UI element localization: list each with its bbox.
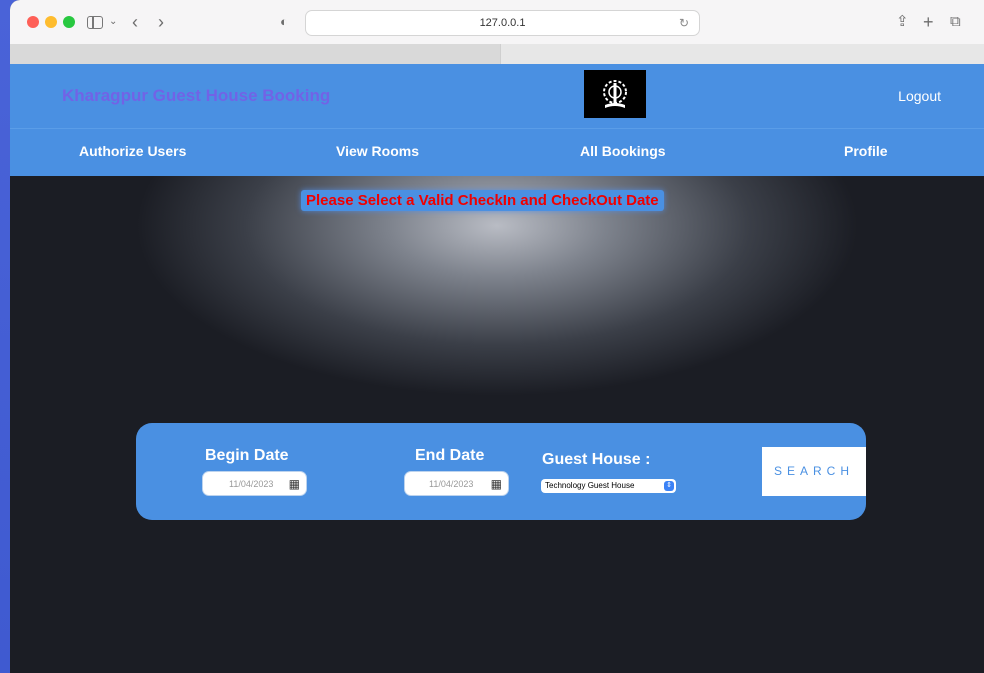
begin-date-input[interactable]: 11/04/2023 ▦ (202, 471, 307, 496)
begin-date-label: Begin Date (205, 447, 289, 464)
sidebar-toggle-icon[interactable] (87, 16, 103, 29)
guest-house-selected: Technology Guest House (545, 481, 635, 490)
minimize-window-button[interactable] (45, 16, 57, 28)
back-icon[interactable]: ‹ (132, 12, 138, 32)
zoom-window-button[interactable] (63, 16, 75, 28)
browser-toolbar: ⌄ ‹ › ◐ 127.0.0.1 ↻ ⇪ + ⧉ (10, 0, 984, 45)
share-icon[interactable]: ⇪ (896, 12, 909, 32)
close-window-button[interactable] (27, 16, 39, 28)
url-text: 127.0.0.1 (479, 17, 526, 29)
logout-link[interactable]: Logout (898, 88, 941, 104)
guest-house-select[interactable]: Technology Guest House ⇕ (541, 479, 676, 493)
end-date-input[interactable]: 11/04/2023 ▦ (404, 471, 509, 496)
reload-icon[interactable]: ↻ (679, 11, 689, 35)
browser-window: ⌄ ‹ › ◐ 127.0.0.1 ↻ ⇪ + ⧉ Kharagpur Gues… (10, 0, 984, 673)
tab-overview-icon[interactable]: ⧉ (950, 12, 961, 32)
chevron-down-icon[interactable]: ⌄ (109, 12, 117, 32)
nav-all-bookings[interactable]: All Bookings (580, 143, 666, 159)
end-date-value: 11/04/2023 (429, 479, 474, 489)
logo-emblem-icon (603, 80, 627, 108)
select-arrows-icon: ⇕ (664, 481, 674, 491)
end-date-label: End Date (415, 447, 485, 464)
guest-house-label: Guest House : (542, 451, 651, 468)
nav-view-rooms[interactable]: View Rooms (336, 143, 419, 159)
nav-authorize-users[interactable]: Authorize Users (79, 143, 186, 159)
active-tab[interactable] (10, 44, 501, 64)
calendar-icon[interactable]: ▦ (491, 472, 502, 497)
new-tab-icon[interactable]: + (923, 12, 934, 32)
tab-strip (10, 44, 984, 64)
site-brand[interactable]: Kharagpur Guest House Booking (62, 86, 330, 106)
institute-logo (584, 70, 646, 118)
search-button[interactable]: SEARCH (762, 447, 866, 496)
calendar-icon[interactable]: ▦ (289, 472, 300, 497)
search-panel: Begin Date 11/04/2023 ▦ End Date 11/04/2… (136, 423, 866, 520)
forward-icon[interactable]: › (158, 12, 164, 32)
nav-profile[interactable]: Profile (844, 143, 888, 159)
page-content: Please Select a Valid CheckIn and CheckO… (10, 176, 984, 673)
site-header: Kharagpur Guest House Booking Logout (10, 64, 984, 128)
begin-date-value: 11/04/2023 (229, 479, 274, 489)
privacy-shield-icon[interactable]: ◐ (280, 12, 288, 32)
address-bar[interactable]: 127.0.0.1 ↻ (305, 10, 700, 36)
validation-alert: Please Select a Valid CheckIn and CheckO… (301, 190, 664, 211)
main-nav: Authorize Users View Rooms All Bookings … (10, 128, 984, 176)
